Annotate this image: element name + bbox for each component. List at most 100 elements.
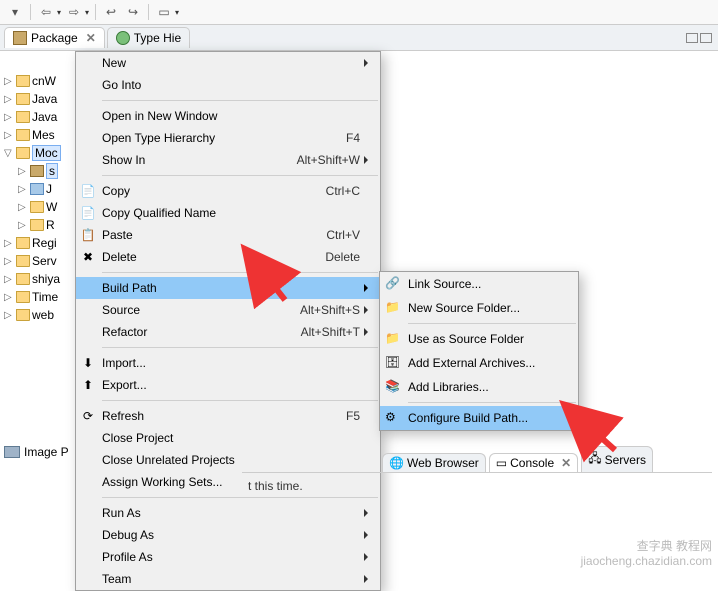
- menu-icon[interactable]: ▭: [155, 3, 173, 21]
- submenu-configure-build-path[interactable]: ⚙Configure Build Path...: [380, 406, 578, 430]
- menu-paste[interactable]: 📋PasteCtrl+V: [76, 224, 380, 246]
- dropdown-icon[interactable]: ▾: [57, 8, 61, 17]
- expand-icon[interactable]: ▷: [18, 202, 28, 213]
- shortcut-label: Delete: [325, 250, 360, 264]
- menu-new[interactable]: New: [76, 52, 380, 74]
- tab-label: Type Hie: [134, 31, 181, 45]
- shortcut-label: Ctrl+C: [326, 184, 360, 198]
- import-icon: ⬇: [80, 355, 96, 371]
- project-icon: [16, 147, 30, 159]
- submenu-new-source-folder[interactable]: 📁New Source Folder...: [380, 296, 578, 320]
- expand-icon[interactable]: ▷: [18, 184, 28, 195]
- menu-refresh[interactable]: ⟳RefreshF5: [76, 405, 380, 427]
- view-label: Image P: [24, 445, 69, 459]
- view-controls: [686, 33, 712, 43]
- main-toolbar: ▾ ⇦ ▾ ⇨ ▾ ↩ ↪ ▭ ▾: [0, 0, 718, 25]
- separator: [148, 4, 149, 20]
- project-icon: [16, 75, 30, 87]
- image-preview-view[interactable]: Image P: [4, 445, 69, 459]
- tab-package-explorer[interactable]: Package ✕: [4, 27, 105, 48]
- refresh-icon: ⟳: [80, 408, 96, 424]
- console-icon: ▭: [496, 456, 507, 470]
- toolbar-dropdown-icon[interactable]: ▾: [6, 3, 24, 21]
- project-icon: [16, 273, 30, 285]
- shortcut-label: Ctrl+V: [326, 228, 360, 242]
- separator: [408, 323, 576, 324]
- expand-icon[interactable]: ▷: [4, 292, 14, 303]
- separator: [102, 400, 378, 401]
- project-icon: [16, 129, 30, 141]
- arrow-left-icon[interactable]: ↩: [102, 3, 120, 21]
- copy-icon: 📄: [80, 183, 96, 199]
- menu-debug-as[interactable]: Debug As: [76, 524, 380, 546]
- menu-show-in[interactable]: Show InAlt+Shift+W: [76, 149, 380, 171]
- menu-import[interactable]: ⬇Import...: [76, 352, 380, 374]
- menu-open-type-hierarchy[interactable]: Open Type HierarchyF4: [76, 127, 380, 149]
- tab-label: Package: [31, 31, 78, 45]
- dropdown-icon[interactable]: ▾: [175, 8, 179, 17]
- shortcut-label: F4: [346, 131, 360, 145]
- menu-refactor[interactable]: RefactorAlt+Shift+T: [76, 321, 380, 343]
- export-icon: ⬆: [80, 377, 96, 393]
- shortcut-label: Alt+Shift+W: [297, 153, 360, 167]
- tab-type-hierarchy[interactable]: Type Hie: [107, 27, 190, 48]
- close-icon[interactable]: ✕: [561, 456, 571, 470]
- project-icon: [16, 255, 30, 267]
- menu-open-new-window[interactable]: Open in New Window: [76, 105, 380, 127]
- menu-delete[interactable]: ✖DeleteDelete: [76, 246, 380, 268]
- project-icon: [16, 237, 30, 249]
- library-icon: [30, 183, 44, 195]
- maximize-view-icon[interactable]: [700, 33, 712, 43]
- expand-icon[interactable]: ▷: [4, 76, 14, 87]
- folder-icon: [30, 201, 44, 213]
- arrow-right-icon[interactable]: ↪: [124, 3, 142, 21]
- menu-build-path[interactable]: Build Path: [76, 277, 380, 299]
- library-icon: 📚: [385, 379, 401, 395]
- submenu-link-source[interactable]: 🔗Link Source...: [380, 272, 578, 296]
- expand-icon[interactable]: ▷: [4, 130, 14, 141]
- annotation-arrow: [560, 400, 620, 458]
- menu-source[interactable]: SourceAlt+Shift+S: [76, 299, 380, 321]
- dropdown-icon[interactable]: ▾: [85, 8, 89, 17]
- console-body: t this time.: [242, 473, 712, 499]
- hierarchy-icon: [116, 31, 130, 45]
- nav-back-icon[interactable]: ⇦: [37, 3, 55, 21]
- minimize-view-icon[interactable]: [686, 33, 698, 43]
- menu-export[interactable]: ⬆Export...: [76, 374, 380, 396]
- menu-close-project[interactable]: Close Project: [76, 427, 380, 449]
- nav-fwd-icon[interactable]: ⇨: [65, 3, 83, 21]
- delete-icon: ✖: [80, 249, 96, 265]
- expand-icon[interactable]: ▷: [4, 256, 14, 267]
- expand-icon[interactable]: ▷: [18, 166, 28, 177]
- shortcut-label: F5: [346, 409, 360, 423]
- expand-icon[interactable]: ▷: [4, 94, 14, 105]
- build-path-submenu: 🔗Link Source... 📁New Source Folder... 📁U…: [379, 271, 579, 431]
- menu-run-as[interactable]: Run As: [76, 502, 380, 524]
- paste-icon: 📋: [80, 227, 96, 243]
- menu-copy[interactable]: 📄CopyCtrl+C: [76, 180, 380, 202]
- separator: [102, 347, 378, 348]
- project-icon: [16, 291, 30, 303]
- folder-plus-icon: 📁: [385, 331, 401, 347]
- expand-icon[interactable]: ▷: [4, 274, 14, 285]
- collapse-icon[interactable]: ▽: [4, 148, 14, 159]
- submenu-use-as-source-folder[interactable]: 📁Use as Source Folder: [380, 327, 578, 351]
- watermark-corner: 查字典 教程网 jiaocheng.chazidian.com: [581, 539, 712, 568]
- menu-copy-qualified[interactable]: 📄Copy Qualified Name: [76, 202, 380, 224]
- expand-icon[interactable]: ▷: [4, 310, 14, 321]
- annotation-arrow: [240, 245, 290, 308]
- tab-web-browser[interactable]: 🌐Web Browser: [382, 453, 486, 472]
- expand-icon[interactable]: ▷: [4, 112, 14, 123]
- menu-profile-as[interactable]: Profile As: [76, 546, 380, 568]
- submenu-add-external-archives[interactable]: 🗄Add External Archives...: [380, 351, 578, 375]
- submenu-add-libraries[interactable]: 📚Add Libraries...: [380, 375, 578, 399]
- separator: [408, 402, 576, 403]
- menu-go-into[interactable]: Go Into: [76, 74, 380, 96]
- context-menu: New Go Into Open in New Window Open Type…: [75, 51, 381, 591]
- expand-icon[interactable]: ▷: [4, 238, 14, 249]
- close-icon[interactable]: ✕: [86, 31, 96, 45]
- shortcut-label: Alt+Shift+T: [301, 325, 360, 339]
- separator: [30, 4, 31, 20]
- expand-icon[interactable]: ▷: [18, 220, 28, 231]
- menu-team[interactable]: Team: [76, 568, 380, 590]
